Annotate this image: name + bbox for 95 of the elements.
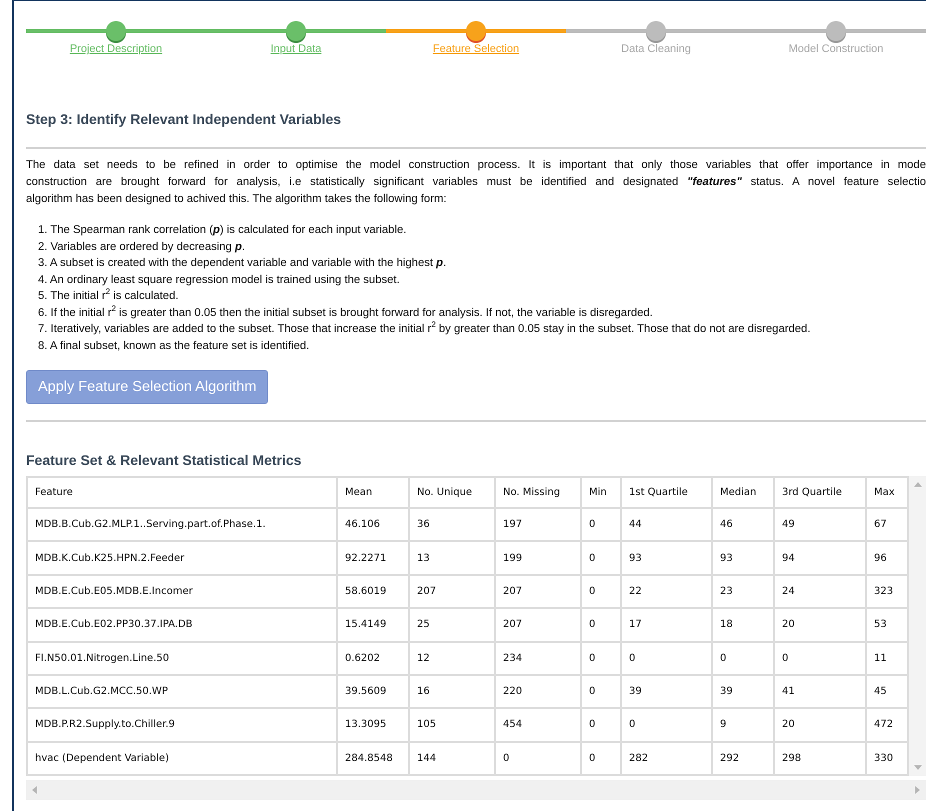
algorithm-step: 7. Iteratively, variables are added to the subset. Those that increase the initial r$^{2}$ by greater than 0.05 stay in the subset. Those that do not are disregarded. bbox=[38, 321, 926, 338]
table-cell: 94 bbox=[774, 541, 866, 575]
table-cell: 20 bbox=[774, 708, 866, 742]
scroll-left-icon[interactable] bbox=[32, 786, 37, 794]
table-cell: 13.3095 bbox=[337, 708, 409, 742]
table-cell: 15.4149 bbox=[337, 608, 409, 642]
scroll-right-icon[interactable] bbox=[915, 786, 920, 794]
column-header: Min bbox=[581, 477, 621, 508]
table-cell: 0 bbox=[581, 674, 621, 708]
table-cell: 25 bbox=[409, 608, 495, 642]
column-header: No. Missing bbox=[495, 477, 581, 508]
table-cell: 0 bbox=[621, 708, 712, 742]
table-cell: MDB.K.Cub.K25.HPN.2.Feeder bbox=[27, 541, 337, 575]
table-cell: 93 bbox=[621, 541, 712, 575]
table-cell: 41 bbox=[774, 674, 866, 708]
table-cell: 46.106 bbox=[337, 508, 409, 542]
table-cell: 207 bbox=[495, 608, 581, 642]
column-header: No. Unique bbox=[409, 477, 495, 508]
scroll-up-icon[interactable] bbox=[914, 482, 922, 487]
table-title: Feature Set & Relevant Statistical Metrics bbox=[26, 452, 302, 468]
table-cell: 0 bbox=[712, 642, 774, 675]
table-cell: 105 bbox=[409, 708, 495, 742]
table-cell: 0 bbox=[774, 642, 866, 675]
table-cell: 292 bbox=[712, 742, 774, 775]
table-cell: 0 bbox=[581, 642, 621, 675]
table-cell: 234 bbox=[495, 642, 581, 675]
table-cell: MDB.P.R2.Supply.to.Chiller.9 bbox=[27, 708, 337, 742]
table-cell: 0 bbox=[581, 742, 621, 775]
table-cell: hvac (Dependent Variable) bbox=[27, 742, 337, 775]
table-cell: 44 bbox=[621, 508, 712, 542]
table-cell: 39 bbox=[712, 674, 774, 708]
column-header: 1st Quartile bbox=[621, 477, 712, 508]
table-cell: 22 bbox=[621, 574, 712, 608]
step-link[interactable]: Data Cleaning bbox=[621, 43, 691, 55]
table-cell: 199 bbox=[495, 541, 581, 575]
table-cell: 0 bbox=[621, 642, 712, 675]
table-cell: 144 bbox=[409, 742, 495, 775]
table-cell: 16 bbox=[409, 674, 495, 708]
table-cell: 20 bbox=[774, 608, 866, 642]
table-cell: 36 bbox=[409, 508, 495, 542]
table-cell: 23 bbox=[712, 574, 774, 608]
step-link[interactable]: Input Data bbox=[270, 43, 322, 55]
table-cell: 197 bbox=[495, 508, 581, 542]
table-cell: 0 bbox=[581, 708, 621, 742]
algorithm-step: 3. A subset is created with the dependent variable and variable with the highest p. bbox=[38, 255, 926, 272]
table-cell: 17 bbox=[621, 608, 712, 642]
table-cell: 12 bbox=[409, 642, 495, 675]
table-cell: 298 bbox=[774, 742, 866, 775]
table-cell: 13 bbox=[409, 541, 495, 575]
table-cell: 0 bbox=[581, 608, 621, 642]
table-cell: 58.6019 bbox=[337, 574, 409, 608]
table-cell: 0 bbox=[581, 541, 621, 575]
algorithm-step: 5. The initial r$^{2}$ is calculated. bbox=[38, 288, 926, 304]
scroll-down-icon[interactable] bbox=[914, 765, 922, 770]
apply-button[interactable]: Apply Feature Selection Algorithm bbox=[26, 370, 268, 404]
step-link[interactable]: Feature Selection bbox=[432, 43, 520, 55]
vertical-scrollbar[interactable] bbox=[909, 476, 926, 776]
step-link[interactable]: Model Construction bbox=[788, 43, 884, 55]
table-cell: 220 bbox=[495, 674, 581, 708]
table-cell: 39.5609 bbox=[337, 674, 409, 708]
table-cell: 93 bbox=[712, 541, 774, 575]
table-cell: FI.N50.01.Nitrogen.Line.50 bbox=[27, 642, 337, 675]
table-cell: 39 bbox=[621, 674, 712, 708]
algorithm-step: 4. An ordinary least square regression model is trained using the subset. bbox=[38, 272, 926, 288]
table-cell: MDB.E.Cub.E05.MDB.E.Incomer bbox=[27, 574, 337, 608]
table-cell: MDB.L.Cub.G2.MCC.50.WP bbox=[27, 674, 337, 708]
algorithm-step: 8. A final subset, known as the feature set is identified. bbox=[38, 338, 926, 354]
column-header: Median bbox=[712, 477, 774, 508]
table-cell: 46 bbox=[712, 508, 774, 542]
horizontal-scrollbar[interactable] bbox=[26, 780, 926, 800]
algorithm-step: 1. The Spearman rank correlation (p) is calculated for each input variable. bbox=[38, 222, 926, 238]
algorithm-step: 6. If the initial r$^{2}$ is greater than 0.05 then the initial subset is brought forward for analysis. If not, the variable is disregarded. bbox=[38, 304, 926, 321]
table-cell: 0 bbox=[581, 574, 621, 608]
table-cell: 0 bbox=[581, 508, 621, 542]
table-cell: 92.2271 bbox=[337, 541, 409, 575]
column-header: Mean bbox=[337, 477, 409, 508]
table-cell: MDB.E.Cub.E02.PP30.37.IPA.DB bbox=[27, 608, 337, 642]
table-cell: 18 bbox=[712, 608, 774, 642]
column-header: 3rd Quartile bbox=[774, 477, 866, 508]
table-cell: 9 bbox=[712, 708, 774, 742]
table-cell: MDB.B.Cub.G2.MLP.1..Serving.part.of.Phase.1. bbox=[27, 508, 337, 542]
step-heading: Step 3: Identify Relevant Independent Variables bbox=[26, 111, 342, 127]
table-cell: 207 bbox=[409, 574, 495, 608]
column-header: Feature bbox=[27, 477, 337, 508]
table-cell: 0.6202 bbox=[337, 642, 409, 675]
table-cell: 24 bbox=[774, 574, 866, 608]
step-link[interactable]: Project Description bbox=[70, 43, 162, 55]
intro-paragraph: The data set needs to be refined in order to optimise the model construction process. It is important that only those variables that offer importance in mode construction are brought forward for analysis, i.e statistically significant variables must be identified and designated "features" status. A novel feature selectio algorithm has been designed to achived this. The algorithm takes the following form: bbox=[26, 158, 926, 207]
table-cell: 49 bbox=[774, 508, 866, 542]
table-cell: 284.8548 bbox=[337, 742, 409, 775]
table-cell: 454 bbox=[495, 708, 581, 742]
algorithm-step: 2. Variables are ordered by decreasing p. bbox=[38, 238, 926, 255]
table-cell: 282 bbox=[621, 742, 712, 775]
table-cell: 207 bbox=[495, 574, 581, 608]
table-cell: 0 bbox=[495, 742, 581, 775]
